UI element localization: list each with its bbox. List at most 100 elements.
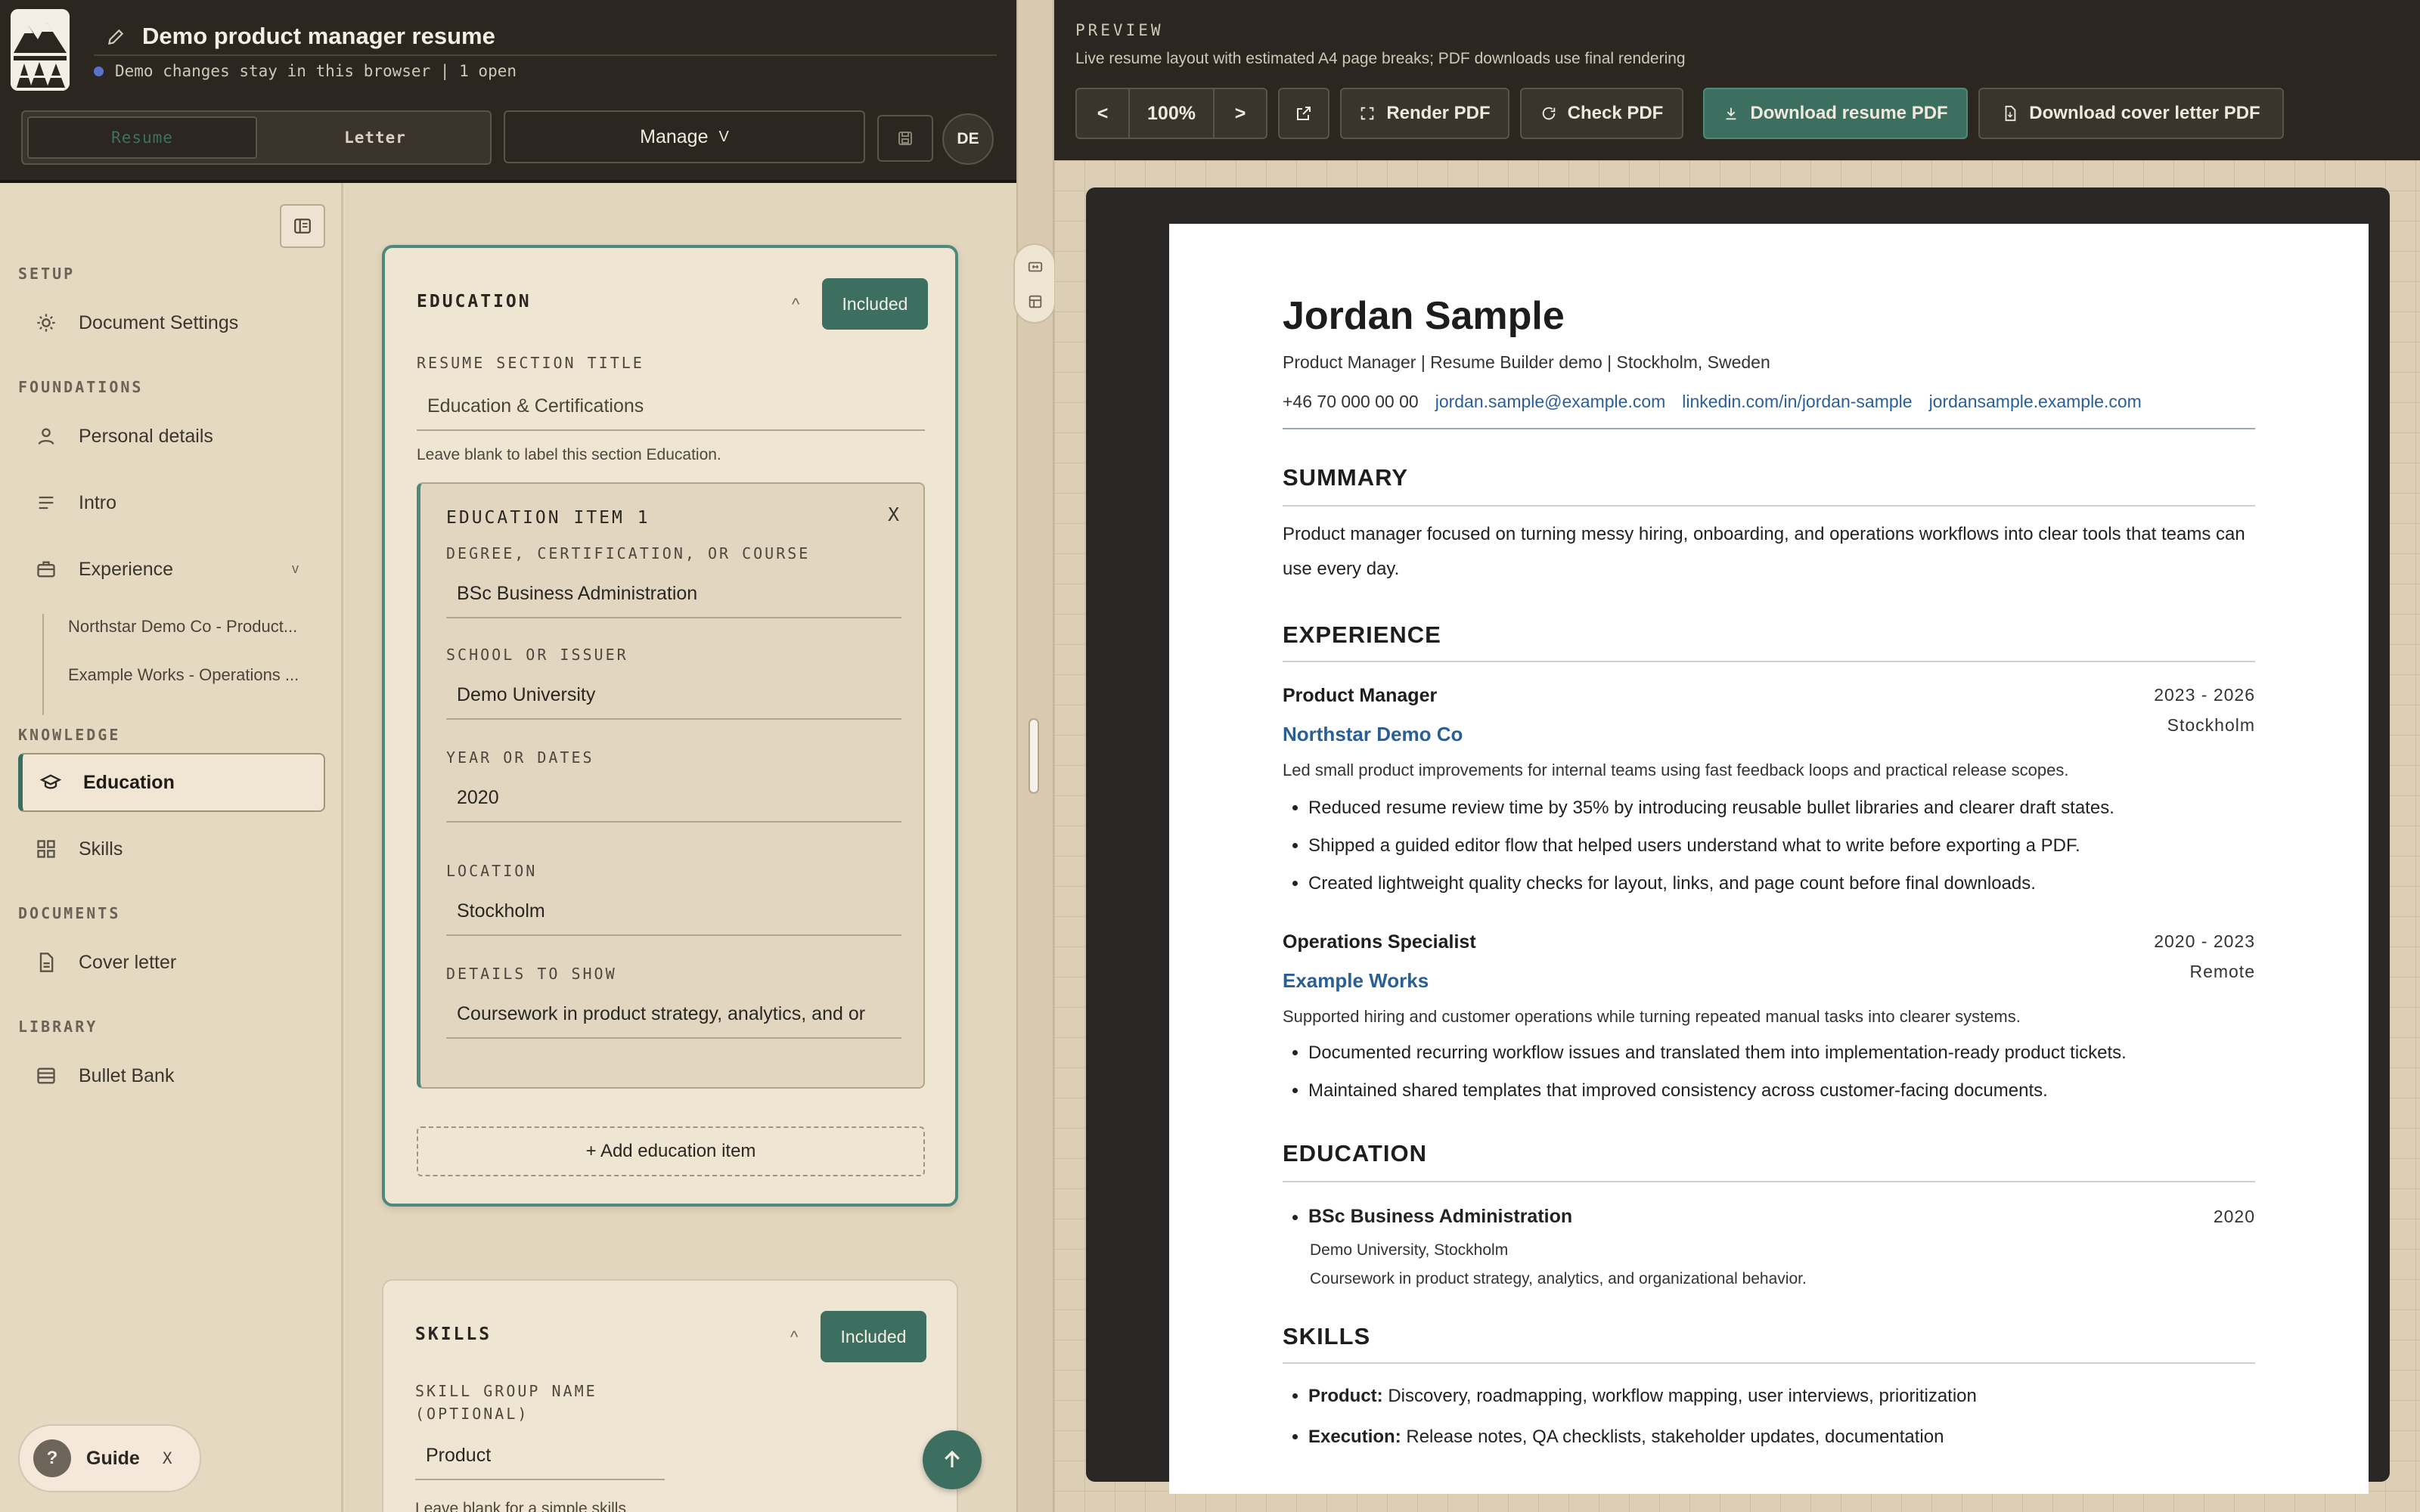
chevron-down-icon: V <box>718 128 729 145</box>
section-title-label: RESUME SECTION TITLE <box>417 354 644 372</box>
preview-description: Live resume layout with estimated A4 pag… <box>1075 50 1686 67</box>
location-input[interactable]: Stockholm <box>446 888 901 936</box>
download-cover-letter-pdf-button[interactable]: Download cover letter PDF <box>1978 88 2284 139</box>
save-button[interactable] <box>877 115 933 162</box>
grid-icon <box>35 838 57 860</box>
year-input[interactable]: 2020 <box>446 774 901 823</box>
status-dot-icon <box>94 67 104 76</box>
resume-page: Jordan Sample Product Manager | Resume B… <box>1169 224 2369 1494</box>
sidebar-item-skills[interactable]: Skills <box>18 820 325 878</box>
school-label: SCHOOL OR ISSUER <box>446 646 628 664</box>
download-resume-pdf-button[interactable]: Download resume PDF <box>1703 88 1968 139</box>
details-input[interactable]: Coursework in product strategy, analytic… <box>446 990 901 1039</box>
sidebar-toggle-icon <box>294 218 311 234</box>
previous-page-button[interactable]: < <box>1077 89 1130 138</box>
guide-button[interactable]: ? Guide X <box>18 1424 201 1492</box>
job-bullet: Maintained shared templates that improve… <box>1308 1072 2255 1110</box>
collapse-sidebar-button[interactable] <box>280 204 325 248</box>
chevron-down-icon[interactable]: v <box>292 561 299 577</box>
sidebar-item-label: Cover letter <box>79 951 177 973</box>
editor-panel: EDUCATION ^ Included RESUME SECTION TITL… <box>346 183 1016 1512</box>
text-lines-icon <box>35 491 57 514</box>
skills-heading: SKILLS <box>1283 1323 1371 1349</box>
preview-toolbar: PREVIEW Live resume layout with estimate… <box>1054 0 2420 160</box>
details-label: DETAILS TO SHOW <box>446 965 617 983</box>
degree-input[interactable]: BSc Business Administration <box>446 570 901 618</box>
education-section-card: EDUCATION ^ Included RESUME SECTION TITL… <box>382 245 958 1207</box>
skill-row: Product: Discovery, roadmapping, workflo… <box>1308 1376 2255 1417</box>
sidebar-item-document-settings[interactable]: Document Settings <box>18 293 325 352</box>
resume-email-link[interactable]: jordan.sample@example.com <box>1435 392 1666 411</box>
fit-width-icon[interactable] <box>1027 259 1044 275</box>
education-year: 2020 <box>2213 1207 2255 1226</box>
header-divider <box>1283 428 2255 429</box>
summary-divider <box>1283 505 2255 507</box>
layout-icon[interactable] <box>1027 293 1044 310</box>
job-company: Example Works <box>1283 969 1429 992</box>
education-school: Demo University, Stockholm <box>1310 1241 1509 1259</box>
preview-canvas: Jordan Sample Product Manager | Resume B… <box>1054 160 2420 1512</box>
section-title: SKILLS <box>415 1325 492 1344</box>
resume-name: Jordan Sample <box>1283 294 1565 338</box>
sidebar-item-label: Skills <box>79 838 123 860</box>
collapse-caret-icon[interactable]: ^ <box>790 1328 798 1347</box>
pencil-icon[interactable] <box>106 27 126 47</box>
scroll-to-top-button[interactable] <box>923 1430 982 1489</box>
zoom-level[interactable]: 100% <box>1130 89 1215 138</box>
job-location: Stockholm <box>2167 715 2255 735</box>
included-toggle-button[interactable]: Included <box>821 1311 926 1362</box>
add-education-item-button[interactable]: + Add education item <box>417 1126 925 1176</box>
document-title[interactable]: Demo product manager resume <box>142 23 495 50</box>
included-toggle-button[interactable]: Included <box>822 278 928 330</box>
resume-headline: Product Manager | Resume Builder demo | … <box>1283 352 1770 372</box>
app-logo[interactable] <box>11 9 70 91</box>
sidebar-item-personal-details[interactable]: Personal details <box>18 407 325 466</box>
sidebar-subitem-northstar[interactable]: Northstar Demo Co - Product... <box>68 617 297 637</box>
education-degree: BSc Business Administration <box>1308 1198 2255 1235</box>
sidebar-item-intro[interactable]: Intro <box>18 473 325 532</box>
sidebar-item-label: Personal details <box>79 425 213 447</box>
download-letter-label: Download cover letter PDF <box>2029 103 2260 123</box>
summary-heading: SUMMARY <box>1283 464 1409 491</box>
arrow-up-icon <box>945 1450 960 1467</box>
sidebar-item-label: Bullet Bank <box>79 1064 175 1086</box>
page-frame: Jordan Sample Product Manager | Resume B… <box>1086 187 2390 1494</box>
tab-letter[interactable]: Letter <box>262 116 489 159</box>
sidebar-item-experience[interactable]: Experience <box>18 540 325 599</box>
avatar[interactable]: DE <box>942 113 994 165</box>
section-title: EDUCATION <box>417 292 532 311</box>
collapse-caret-icon[interactable]: ^ <box>792 295 799 314</box>
remove-item-button[interactable]: X <box>888 503 899 525</box>
user-icon <box>35 425 57 448</box>
render-pdf-button[interactable]: Render PDF <box>1340 88 1509 139</box>
sidebar-item-cover-letter[interactable]: Cover letter <box>18 933 325 992</box>
splitter-tools <box>1013 243 1056 324</box>
skill-label: Execution: <box>1308 1427 1401 1447</box>
download-icon <box>1726 107 1736 120</box>
sidebar-item-education[interactable]: Education <box>18 753 325 812</box>
section-title-input[interactable]: Education & Certifications <box>417 383 925 431</box>
save-icon <box>898 132 912 145</box>
job-summary: Led small product improvements for inter… <box>1283 761 2069 779</box>
open-external-button[interactable] <box>1278 88 1329 139</box>
sidebar-item-bullet-bank[interactable]: Bullet Bank <box>18 1046 325 1105</box>
sidebar-item-label: Intro <box>79 491 117 513</box>
check-pdf-button[interactable]: Check PDF <box>1520 88 1683 139</box>
app-header: Demo product manager resume Demo changes… <box>0 0 1016 183</box>
check-pdf-label: Check PDF <box>1567 103 1664 123</box>
job-dates: 2023 - 2026 <box>2154 685 2255 705</box>
skill-group-input[interactable]: Product <box>415 1432 665 1480</box>
resize-handle[interactable] <box>1028 718 1039 794</box>
sidebar-subitem-example-works[interactable]: Example Works - Operations ... <box>68 665 299 685</box>
tab-resume[interactable]: Resume <box>27 116 257 159</box>
school-input[interactable]: Demo University <box>446 671 901 720</box>
resume-website-link[interactable]: jordansample.example.com <box>1929 392 2142 411</box>
job-summary: Supported hiring and customer operations… <box>1283 1007 2021 1026</box>
education-heading: EDUCATION <box>1283 1140 1427 1167</box>
archive-icon <box>35 1064 57 1087</box>
skill-group-label-optional: (OPTIONAL) <box>415 1405 529 1423</box>
manage-button[interactable]: Manage V <box>504 110 865 163</box>
next-page-button[interactable]: > <box>1215 89 1266 138</box>
close-guide-button[interactable]: X <box>163 1449 172 1467</box>
resume-linkedin-link[interactable]: linkedin.com/in/jordan-sample <box>1682 392 1912 411</box>
